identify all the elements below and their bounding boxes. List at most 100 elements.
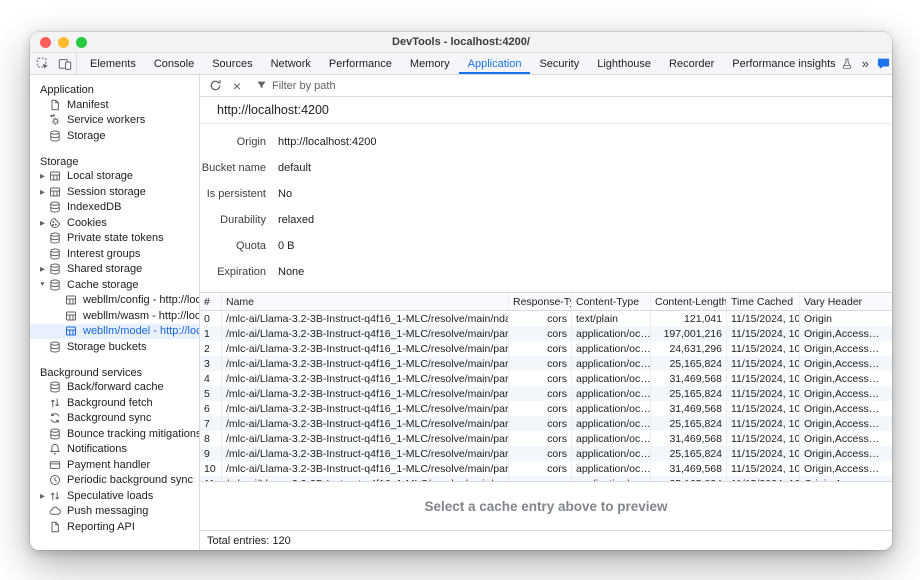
database-icon [49, 201, 61, 213]
delete-selected-button[interactable]: × [228, 77, 246, 95]
more-tabs-icon[interactable]: » [862, 56, 868, 71]
column-header-vary-header[interactable]: Vary Header [800, 293, 892, 310]
expander-icon[interactable]: ▶ [36, 172, 49, 180]
expander-icon[interactable]: ▶ [36, 219, 49, 227]
sidebar-item-label: Periodic background sync [67, 474, 193, 486]
sidebar-item-label: Shared storage [67, 263, 142, 275]
column-header-content-length[interactable]: Content-Length [651, 293, 727, 310]
cell-content-length: 24,631,296 [651, 341, 727, 356]
filter-box [256, 80, 892, 92]
tab-elements[interactable]: Elements [81, 53, 145, 74]
detail-label: Is persistent [200, 188, 266, 200]
sidebar-item-service-workers[interactable]: ▶ Service workers [30, 113, 199, 129]
sidebar-item-shared-storage[interactable]: ▶ Shared storage [30, 262, 199, 278]
sidebar-item-notifications[interactable]: ▶ Notifications [30, 442, 199, 458]
filter-by-path-input[interactable] [272, 80, 892, 92]
tab-sources[interactable]: Sources [203, 53, 261, 74]
sidebar-item-reporting-api[interactable]: ▶ Reporting API [30, 519, 199, 535]
tab-label: Elements [90, 58, 136, 70]
expander-icon[interactable]: ▶ [36, 188, 49, 196]
tab-recorder[interactable]: Recorder [660, 53, 723, 74]
table-row[interactable]: 2/mlc-ai/Llama-3.2-3B-Instruct-q4f16_1-M… [200, 341, 892, 356]
sidebar-item-webllm-wasm[interactable]: ▶ webllm/wasm - http://loca… [30, 308, 199, 324]
cell-name: /mlc-ai/Llama-3.2-3B-Instruct-q4f16_1-ML… [222, 341, 509, 356]
tab-security[interactable]: Security [530, 53, 588, 74]
tab-application[interactable]: Application [459, 53, 531, 74]
table-row[interactable]: 5/mlc-ai/Llama-3.2-3B-Instruct-q4f16_1-M… [200, 386, 892, 401]
sidebar-item-storage[interactable]: ▶ Storage [30, 128, 199, 144]
table-row[interactable]: 1/mlc-ai/Llama-3.2-3B-Instruct-q4f16_1-M… [200, 326, 892, 341]
tab-console[interactable]: Console [145, 53, 203, 74]
cell-response-type: cors [509, 386, 572, 401]
sidebar-item-periodic-background-sync[interactable]: ▶ Periodic background sync [30, 473, 199, 489]
sidebar-item-manifest[interactable]: ▶ Manifest [30, 97, 199, 113]
detail-label: Origin [200, 136, 266, 148]
sidebar-item-speculative-loads[interactable]: ▶ Speculative loads [30, 488, 199, 504]
cell-index: 9 [200, 446, 222, 461]
sidebar-item-webllm-config[interactable]: ▶ webllm/config - http://loc… [30, 293, 199, 309]
table-row[interactable]: 3/mlc-ai/Llama-3.2-3B-Instruct-q4f16_1-M… [200, 356, 892, 371]
expander-icon[interactable]: ▶ [36, 492, 49, 500]
titlebar[interactable]: DevTools - localhost:4200/ [30, 32, 892, 53]
table-row[interactable]: 8/mlc-ai/Llama-3.2-3B-Instruct-q4f16_1-M… [200, 431, 892, 446]
tab-memory[interactable]: Memory [401, 53, 459, 74]
console-messages-button[interactable]: 3 [877, 57, 892, 70]
expander-icon[interactable]: ▶ [36, 265, 49, 273]
cell-vary-header: Origin,Access… [800, 356, 892, 371]
table-body[interactable]: 0/mlc-ai/Llama-3.2-3B-Instruct-q4f16_1-M… [200, 311, 892, 481]
device-toolbar-icon[interactable] [58, 57, 72, 71]
column-header-name[interactable]: Name [222, 293, 509, 310]
manifest-file-icon [49, 99, 61, 111]
column-header-response-type[interactable]: Response-Type [509, 293, 572, 310]
cell-vary-header: Origin,Access… [800, 386, 892, 401]
sidebar-item-indexeddb[interactable]: ▶ IndexedDB [30, 200, 199, 216]
cell-response-type: cors [509, 326, 572, 341]
column-header-content-type[interactable]: Content-Type [572, 293, 651, 310]
detail-value: None [278, 266, 304, 278]
sidebar-item-background-sync[interactable]: ▶ Background sync [30, 411, 199, 427]
tab-label: Recorder [669, 58, 714, 70]
tab-label: Sources [212, 58, 252, 70]
sidebar-item-bounce-tracking-mitigations[interactable]: ▶ Bounce tracking mitigations [30, 426, 199, 442]
sidebar-item-cookies[interactable]: ▶ Cookies [30, 215, 199, 231]
sidebar-item-label: Background fetch [67, 397, 153, 409]
cell-response-type: cors [509, 461, 572, 476]
cookie-icon [49, 217, 61, 229]
sidebar-item-interest-groups[interactable]: ▶ Interest groups [30, 246, 199, 262]
column-header-time-cached[interactable]: Time Cached [727, 293, 800, 310]
sidebar-item-label: Background sync [67, 412, 151, 424]
cell-time-cached: 11/15/2024, 10… [727, 431, 800, 446]
tab-lighthouse[interactable]: Lighthouse [588, 53, 660, 74]
sidebar-item-session-storage[interactable]: ▶ Session storage [30, 184, 199, 200]
sidebar-item-local-storage[interactable]: ▶ Local storage [30, 169, 199, 185]
sidebar-item-webllm-model[interactable]: ▶ webllm/model - http://loc… [30, 324, 199, 340]
column-header-index[interactable]: # [200, 293, 222, 310]
updown-arrows-icon [49, 490, 61, 502]
message-bubble-icon [877, 57, 890, 70]
table-row[interactable]: 9/mlc-ai/Llama-3.2-3B-Instruct-q4f16_1-M… [200, 446, 892, 461]
sidebar-item-cache-storage[interactable]: ▼ Cache storage [30, 277, 199, 293]
sidebar-item-private-state-tokens[interactable]: ▶ Private state tokens [30, 231, 199, 247]
sidebar-item-back-forward-cache[interactable]: ▶ Back/forward cache [30, 380, 199, 396]
tab-performance-insights[interactable]: Performance insights [723, 53, 861, 74]
table-row[interactable]: 7/mlc-ai/Llama-3.2-3B-Instruct-q4f16_1-M… [200, 416, 892, 431]
inspect-element-icon[interactable] [36, 57, 50, 71]
table-row[interactable]: 4/mlc-ai/Llama-3.2-3B-Instruct-q4f16_1-M… [200, 371, 892, 386]
table-row[interactable]: 0/mlc-ai/Llama-3.2-3B-Instruct-q4f16_1-M… [200, 311, 892, 326]
tab-performance[interactable]: Performance [320, 53, 401, 74]
table-row[interactable]: 10/mlc-ai/Llama-3.2-3B-Instruct-q4f16_1-… [200, 461, 892, 476]
cache-details: Origin http://localhost:4200 Bucket name… [200, 124, 892, 292]
sidebar-item-storage-buckets[interactable]: ▶ Storage buckets [30, 339, 199, 355]
cell-index: 0 [200, 311, 222, 326]
expander-icon[interactable]: ▼ [36, 281, 49, 288]
sidebar-item-push-messaging[interactable]: ▶ Push messaging [30, 504, 199, 520]
sidebar-item-payment-handler[interactable]: ▶ Payment handler [30, 457, 199, 473]
cell-content-type: application/oc… [572, 341, 651, 356]
tab-network[interactable]: Network [262, 53, 320, 74]
tab-label: Lighthouse [597, 58, 651, 70]
table-row[interactable]: 6/mlc-ai/Llama-3.2-3B-Instruct-q4f16_1-M… [200, 401, 892, 416]
refresh-button[interactable] [206, 77, 224, 95]
tabbar-left-icons [30, 53, 77, 74]
cache-entries-table: # Name Response-Type Content-Type Conten… [200, 292, 892, 481]
sidebar-item-background-fetch[interactable]: ▶ Background fetch [30, 395, 199, 411]
